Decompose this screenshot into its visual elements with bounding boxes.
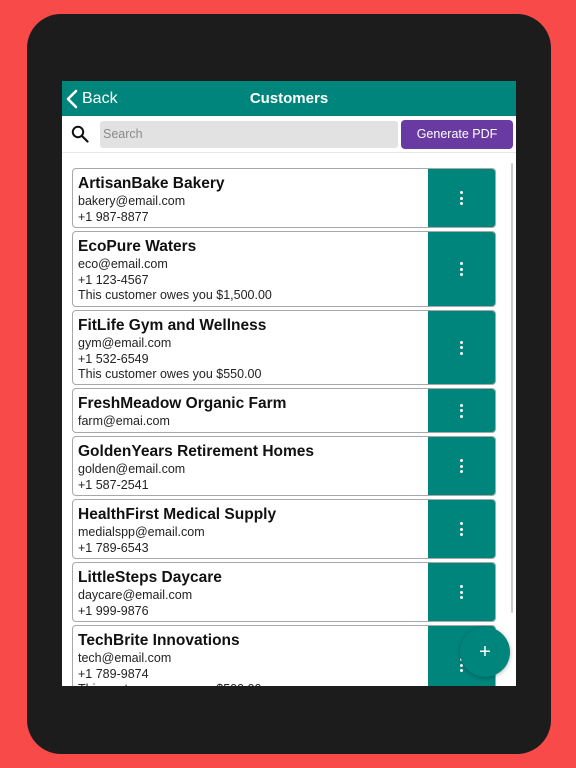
more-vertical-icon [460, 340, 463, 355]
customer-menu-button[interactable] [428, 500, 495, 558]
page-title: Customers [249, 90, 329, 107]
customer-menu-button[interactable] [428, 437, 495, 495]
customer-card[interactable]: ArtisanBake Bakery bakery@email.com +1 987… [72, 168, 496, 228]
add-customer-button[interactable]: + [460, 627, 510, 677]
back-button[interactable]: Back [66, 81, 118, 116]
plus-icon: + [479, 640, 491, 663]
search-bar: Generate PDF [62, 116, 516, 153]
more-vertical-icon [460, 262, 463, 276]
more-vertical-icon [460, 191, 463, 205]
customer-menu-button[interactable] [428, 389, 495, 432]
scrollbar[interactable] [511, 163, 513, 613]
customer-menu-button[interactable] [428, 563, 495, 621]
customer-menu-button[interactable] [428, 232, 495, 306]
customer-card[interactable]: EcoPure Waters eco@email.com +1 123-4567 Th… [72, 231, 496, 307]
customer-menu-button[interactable] [428, 169, 495, 227]
customer-card[interactable]: GoldenYears Retirement Homes golden@email… [72, 436, 496, 496]
customer-card[interactable]: FreshMeadow Organic Farm farm@emai.com [72, 388, 496, 433]
search-icon [71, 125, 89, 143]
app-bar: Back Customers [62, 81, 516, 116]
customer-menu-button[interactable] [428, 311, 495, 384]
customer-card[interactable]: LittleSteps Daycare daycare@email.com +1 9… [72, 562, 496, 622]
more-vertical-icon [460, 459, 463, 473]
more-vertical-icon [460, 585, 463, 599]
search-input[interactable] [100, 120, 398, 148]
back-label: Back [82, 89, 118, 107]
customer-list: ArtisanBake Bakery bakery@email.com +1 987… [62, 153, 516, 686]
more-vertical-icon [460, 403, 463, 418]
chevron-left-icon [66, 89, 78, 108]
app-screen: Back Customers Generate PDF ArtisanBake … [62, 81, 516, 686]
generate-pdf-button[interactable]: Generate PDF [401, 119, 513, 149]
more-vertical-icon [460, 522, 463, 536]
customer-card[interactable]: TechBrite Innovations tech@email.com +1 78… [72, 625, 496, 686]
customer-card[interactable]: HealthFirst Medical Supply medialspp@emai… [72, 499, 496, 559]
customer-card[interactable]: FitLife Gym and Wellness gym@email.com +1 … [72, 310, 496, 385]
